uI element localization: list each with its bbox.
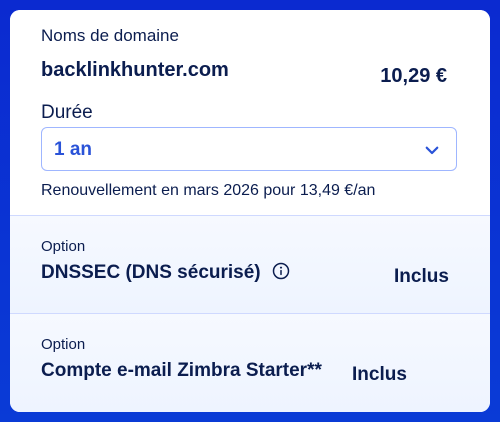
option-zimbra-email: Option Compte e-mail Zimbra Starter** In… bbox=[10, 313, 490, 412]
domain-order-card: Noms de domaine backlinkhunter.com 10,29… bbox=[10, 10, 490, 412]
domain-section: Noms de domaine backlinkhunter.com 10,29… bbox=[10, 10, 490, 215]
option-dnssec: Option DNSSEC (DNS sécurisé) Inclus bbox=[10, 215, 490, 314]
option-status: Inclus bbox=[394, 266, 449, 287]
option-label: Option bbox=[41, 238, 86, 255]
section-heading: Noms de domaine bbox=[41, 26, 179, 45]
option-status: Inclus bbox=[352, 364, 407, 385]
domain-name: backlinkhunter.com bbox=[41, 59, 229, 81]
renewal-info: Renouvellement en mars 2026 pour 13,49 €… bbox=[41, 182, 376, 199]
duration-label: Durée bbox=[41, 102, 93, 123]
option-title-text: Compte e-mail Zimbra Starter** bbox=[41, 360, 322, 381]
info-icon[interactable] bbox=[272, 262, 290, 280]
domain-price: 10,29 € bbox=[380, 65, 447, 87]
chevron-down-icon bbox=[425, 146, 439, 155]
duration-select[interactable]: 1 an bbox=[41, 127, 457, 171]
option-label: Option bbox=[41, 336, 86, 353]
option-title: DNSSEC (DNS sécurisé) bbox=[41, 262, 290, 284]
option-title-text: DNSSEC (DNS sécurisé) bbox=[41, 262, 261, 283]
option-title: Compte e-mail Zimbra Starter** bbox=[41, 360, 322, 382]
duration-selected-value: 1 an bbox=[54, 139, 93, 160]
